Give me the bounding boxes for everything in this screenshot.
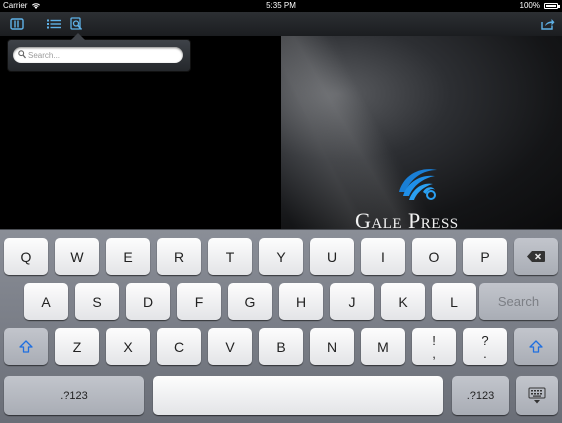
key-e[interactable]: E: [106, 238, 150, 275]
search-button[interactable]: [67, 15, 85, 33]
key-upper-char: !: [432, 332, 436, 348]
key-upper-char: ?: [481, 332, 489, 348]
key-b[interactable]: B: [259, 328, 303, 365]
shift-key-left[interactable]: [4, 328, 48, 365]
key-exclaim-comma[interactable]: !,: [412, 328, 456, 365]
key-v[interactable]: V: [208, 328, 252, 365]
key-l[interactable]: L: [432, 283, 476, 320]
numbers-key-left[interactable]: .?123: [4, 376, 144, 415]
key-question-period[interactable]: ?.: [463, 328, 507, 365]
search-popover: [7, 33, 191, 72]
keyboard-dismiss-icon: [528, 387, 546, 403]
key-o[interactable]: O: [412, 238, 456, 275]
key-z[interactable]: Z: [55, 328, 99, 365]
share-icon: [541, 19, 555, 30]
shift-key-right[interactable]: [514, 328, 558, 365]
shift-icon: [19, 340, 33, 353]
search-input[interactable]: [28, 47, 178, 63]
numbers-key-right[interactable]: .?123: [452, 376, 509, 415]
key-h[interactable]: H: [279, 283, 323, 320]
backspace-icon: [527, 251, 545, 262]
key-a[interactable]: A: [24, 283, 68, 320]
key-n[interactable]: N: [310, 328, 354, 365]
search-icon: [18, 50, 26, 59]
key-lower-char: .: [483, 345, 487, 361]
key-j[interactable]: J: [330, 283, 374, 320]
key-r[interactable]: R: [157, 238, 201, 275]
popover-arrow: [71, 33, 85, 40]
library-button[interactable]: [8, 15, 26, 33]
key-t[interactable]: T: [208, 238, 252, 275]
key-d[interactable]: D: [126, 283, 170, 320]
library-icon: [10, 18, 24, 30]
key-k[interactable]: K: [381, 283, 425, 320]
key-u[interactable]: U: [310, 238, 354, 275]
brand-name: Gale Press: [355, 208, 459, 229]
key-q[interactable]: Q: [4, 238, 48, 275]
search-key[interactable]: Search: [479, 283, 558, 320]
key-y[interactable]: Y: [259, 238, 303, 275]
key-w[interactable]: W: [55, 238, 99, 275]
battery-icon: [544, 3, 560, 9]
shift-icon: [529, 340, 543, 353]
key-x[interactable]: X: [106, 328, 150, 365]
space-bar[interactable]: [153, 376, 443, 415]
key-g[interactable]: G: [228, 283, 272, 320]
contents-list-button[interactable]: [45, 15, 63, 33]
key-m[interactable]: M: [361, 328, 405, 365]
key-c[interactable]: C: [157, 328, 201, 365]
gale-press-logo-icon: [399, 169, 437, 200]
key-s[interactable]: S: [75, 283, 119, 320]
search-document-icon: [70, 17, 83, 31]
list-icon: [47, 19, 61, 29]
hide-keyboard-key[interactable]: [516, 376, 558, 415]
on-screen-keyboard: Q W E R T Y U I O P A S D F G H J K L Se…: [0, 229, 562, 423]
status-bar: Carrier 5:35 PM 100%: [0, 0, 562, 12]
key-lower-char: ,: [432, 345, 436, 361]
magazine-cover[interactable]: Gale Press: [281, 36, 562, 229]
key-p[interactable]: P: [463, 238, 507, 275]
status-time: 5:35 PM: [266, 1, 296, 10]
share-button[interactable]: [539, 15, 557, 33]
key-i[interactable]: I: [361, 238, 405, 275]
key-f[interactable]: F: [177, 283, 221, 320]
search-field[interactable]: [13, 47, 183, 63]
battery-percentage: 100%: [519, 1, 540, 10]
backspace-key[interactable]: [514, 238, 558, 275]
